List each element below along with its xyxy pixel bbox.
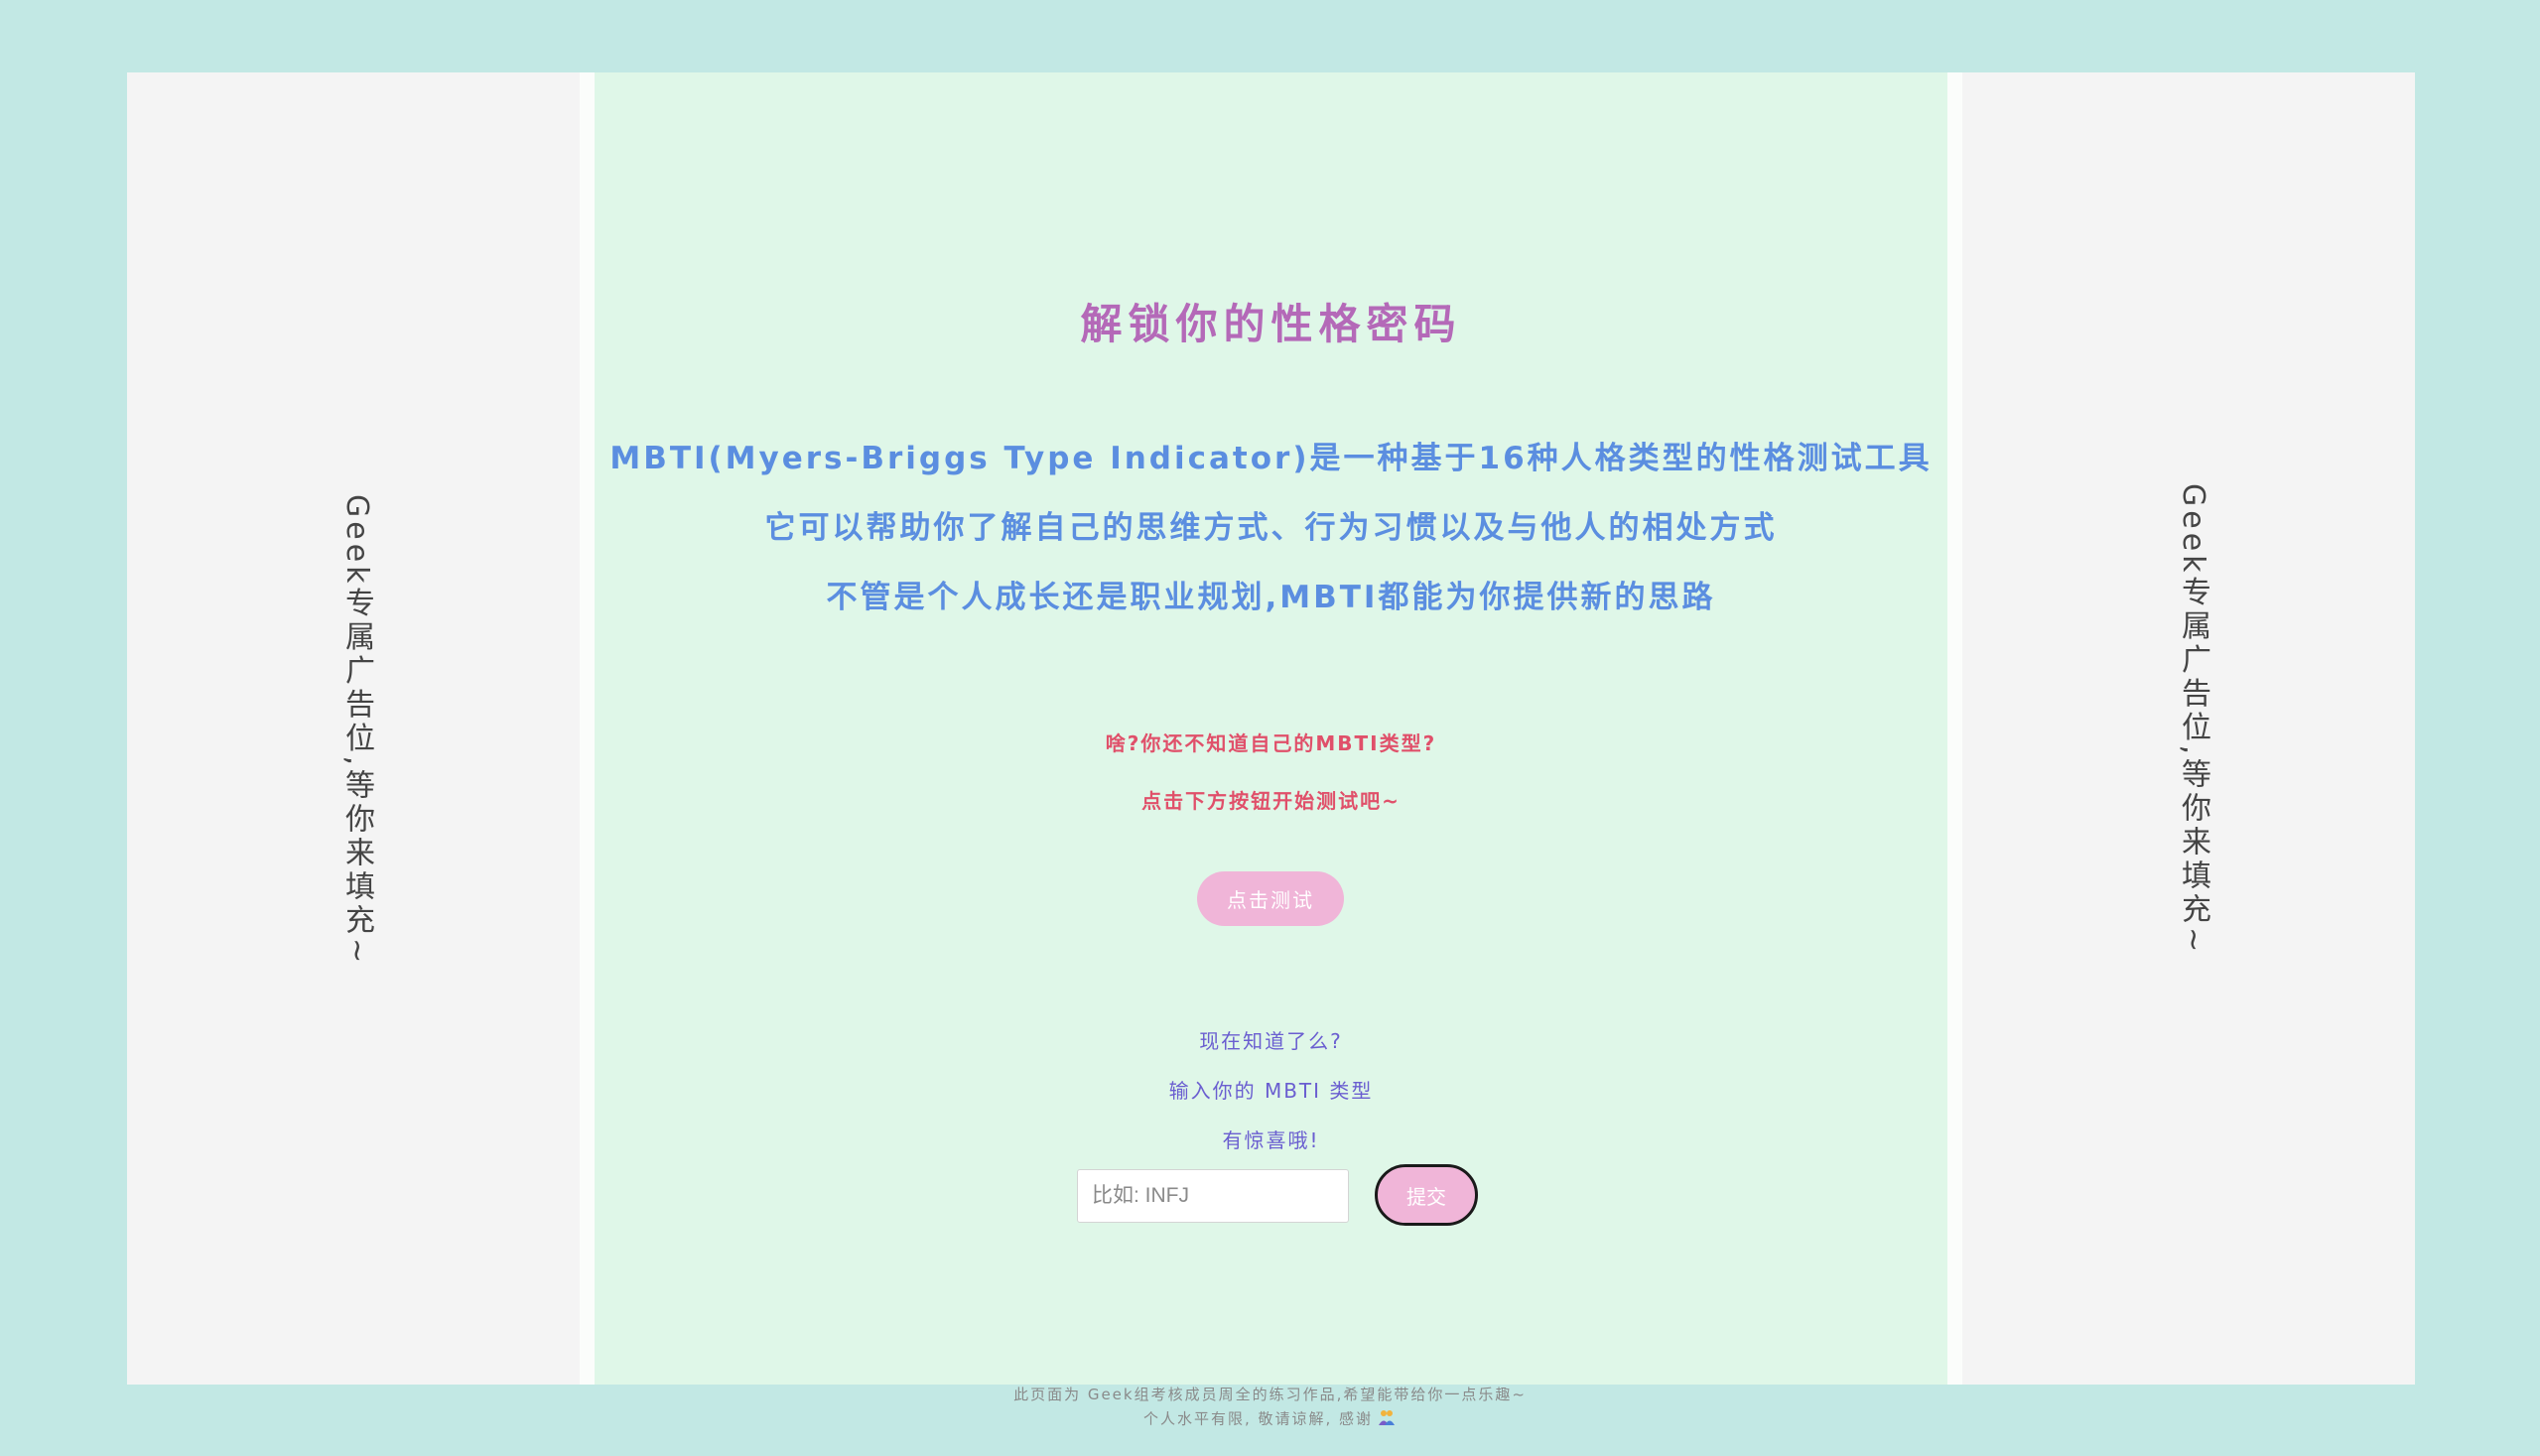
main-content: 解锁你的性格密码 MBTI(Myers-Briggs Type Indicato…: [595, 72, 1947, 1385]
hint-line: 有惊喜哦!: [1222, 1128, 1320, 1152]
footer-thanks-text: 个人水平有限, 敬请谅解, 感谢: [1142, 1409, 1374, 1428]
left-ad-text: Geek专属广告位,等你来填充~: [339, 494, 374, 968]
intro-line: 它可以帮助你了解自己的思维方式、行为习惯以及与他人的相处方式: [764, 510, 1778, 546]
hint-line: 现在知道了么?: [1199, 1029, 1343, 1053]
prompt-instruction: 点击下方按钮开始测试吧~: [1141, 789, 1401, 813]
left-divider: [580, 72, 595, 1385]
intro-line: 不管是个人成长还是职业规划,MBTI都能为你提供新的思路: [826, 580, 1716, 615]
prompt-question: 啥?你还不知道自己的MBTI类型?: [1105, 731, 1437, 755]
hint-line: 输入你的 MBTI 类型: [1168, 1079, 1374, 1103]
right-ad-text: Geek专属广告位,等你来填充~: [2176, 483, 2210, 957]
start-test-button[interactable]: 点击测试: [1197, 871, 1344, 926]
people-icon: [1377, 1407, 1397, 1431]
page-title: 解锁你的性格密码: [1080, 300, 1462, 348]
intro-line: MBTI(Myers-Briggs Type Indicator)是一种基于16…: [609, 441, 1933, 476]
mbti-type-input[interactable]: [1077, 1169, 1349, 1223]
footer-thanks: 个人水平有限, 敬请谅解, 感谢: [0, 1407, 2540, 1431]
right-divider: [1947, 72, 1962, 1385]
footer-credit: 此页面为 Geek组考核成员周全的练习作品,希望能带给你一点乐趣~: [1013, 1386, 1527, 1403]
submit-button[interactable]: 提交: [1375, 1164, 1478, 1226]
